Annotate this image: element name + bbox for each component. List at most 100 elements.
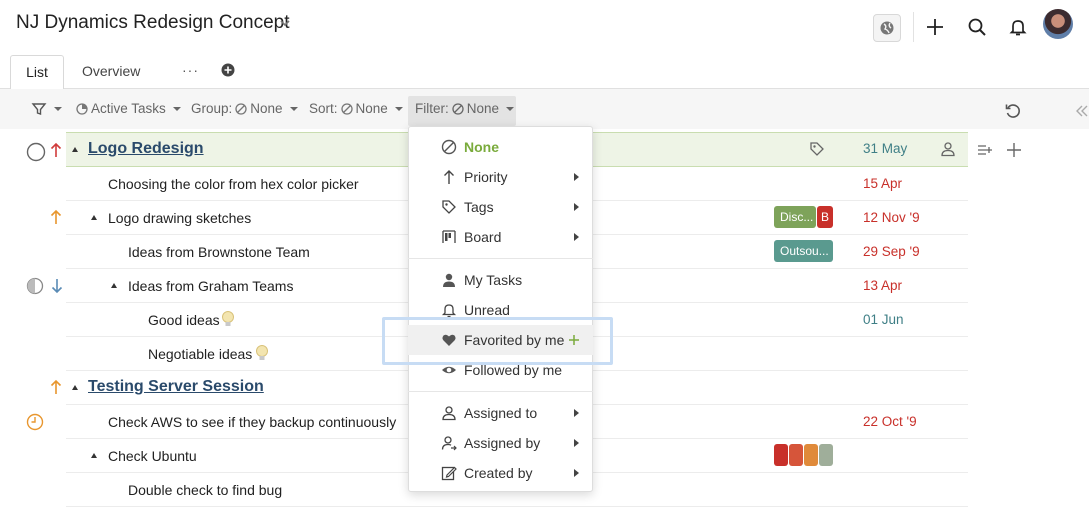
tag-swatch[interactable]	[819, 444, 833, 466]
collapse-triangle-icon[interactable]	[91, 453, 97, 458]
notifications-button[interactable]	[1004, 13, 1032, 41]
task-title[interactable]: Double check to find bug	[128, 482, 282, 498]
priority-down-icon	[51, 279, 63, 294]
none-icon	[452, 102, 464, 115]
search-icon	[968, 18, 986, 36]
menu-item-label: Tags	[464, 199, 494, 215]
collapse-triangle-icon[interactable]	[72, 147, 78, 152]
task-title[interactable]: Logo drawing sketches	[108, 210, 251, 226]
task-date: 12 Nov '9	[863, 210, 920, 225]
task-date: 22 Oct '9	[863, 414, 917, 429]
filter-label: Filter:	[415, 101, 449, 116]
group-title[interactable]: Testing Server Session	[88, 378, 264, 396]
none-icon	[235, 102, 247, 115]
menu-item-priority[interactable]: Priority	[408, 162, 593, 192]
task-title[interactable]: Ideas from Brownstone Team	[128, 244, 310, 260]
submenu-arrow-icon	[574, 409, 579, 417]
user-avatar[interactable]	[1043, 9, 1073, 39]
board-icon	[442, 230, 456, 243]
highlight-focus-box	[382, 317, 613, 365]
sort-value: None	[355, 101, 388, 116]
task-title[interactable]: Choosing the color from hex color picker	[108, 176, 359, 192]
collapse-triangle-icon[interactable]	[111, 283, 117, 288]
tag-swatch[interactable]	[774, 444, 788, 466]
funnel-icon	[31, 103, 47, 115]
task-date: 29 Sep '9	[863, 244, 920, 259]
submenu-arrow-icon	[574, 439, 579, 447]
assigned-to-icon	[442, 406, 456, 421]
none-icon	[441, 139, 457, 155]
menu-item-my-tasks[interactable]: My Tasks	[408, 265, 593, 295]
menu-item-none[interactable]: None	[408, 132, 593, 162]
tag-swatch[interactable]	[789, 444, 803, 466]
task-title[interactable]: Check AWS to see if they backup continuo…	[108, 414, 396, 430]
menu-divider	[408, 258, 593, 259]
add-subtask-icon[interactable]	[977, 142, 993, 158]
add-button[interactable]	[921, 13, 949, 41]
sort-label: Sort:	[309, 101, 338, 116]
half-progress-icon[interactable]	[26, 277, 44, 295]
menu-item-label: Assigned by	[464, 435, 541, 451]
quick-filter-button[interactable]	[31, 101, 62, 117]
tag-swatch[interactable]	[804, 444, 818, 466]
plus-icon	[927, 19, 943, 35]
menu-divider	[408, 391, 593, 392]
filter-menu-items: None Priority Tags Board My Tasks Unread…	[408, 126, 593, 492]
assignee-icon[interactable]	[940, 141, 956, 157]
task-title[interactable]: Ideas from Graham Teams	[128, 278, 293, 294]
menu-item-label: Created by	[464, 465, 533, 481]
active-tasks-dropdown[interactable]: Active Tasks	[76, 101, 181, 116]
add-tab-icon[interactable]	[221, 63, 235, 77]
menu-item-label: None	[464, 139, 499, 155]
menu-item-label: Board	[464, 229, 502, 245]
group-date: 31 May	[863, 141, 908, 156]
priority-up-icon	[50, 142, 62, 157]
collapse-triangle-icon[interactable]	[91, 215, 97, 220]
globe-button[interactable]	[873, 14, 901, 42]
tag-icon[interactable]	[809, 141, 825, 157]
none-icon	[340, 102, 353, 115]
lightbulb-icon	[222, 311, 234, 326]
refresh-icon[interactable]	[1004, 102, 1022, 120]
created-by-icon	[441, 466, 457, 481]
menu-item-board[interactable]: Board	[408, 222, 593, 252]
submenu-arrow-icon	[574, 469, 579, 477]
menu-item-label: Priority	[464, 169, 508, 185]
task-title[interactable]: Good ideas	[148, 312, 220, 328]
timer-icon[interactable]	[26, 413, 44, 431]
sort-dropdown[interactable]: Sort: None	[309, 101, 403, 116]
collapse-panel-icon[interactable]	[1075, 104, 1089, 118]
project-title[interactable]: NJ Dynamics Redesign Concept	[16, 12, 290, 34]
menu-item-tags[interactable]: Tags	[408, 192, 593, 222]
task-title[interactable]: Negotiable ideas	[148, 346, 252, 362]
filter-dropdown[interactable]: Filter: None	[415, 101, 515, 116]
group-value: None	[250, 101, 283, 116]
tag-badge[interactable]: B	[817, 206, 833, 228]
header-divider	[913, 12, 914, 42]
group-title[interactable]: Logo Redesign	[88, 140, 204, 158]
menu-item-label: My Tasks	[464, 272, 523, 288]
priority-up-icon	[50, 209, 62, 224]
task-title[interactable]: Check Ubuntu	[108, 448, 197, 464]
menu-item-created-by[interactable]: Created by	[408, 458, 593, 488]
arrow-up-icon	[444, 170, 454, 184]
menu-item-label: Unread	[464, 302, 510, 318]
group-dropdown[interactable]: Group: None	[191, 101, 298, 116]
submenu-arrow-icon	[574, 173, 579, 181]
tag-icon	[442, 200, 456, 214]
tag-badge[interactable]: Disc...	[774, 206, 816, 228]
tab-overview[interactable]: Overview	[82, 55, 140, 89]
menu-item-assigned-by[interactable]: Assigned by	[408, 428, 593, 458]
task-date: 13 Apr	[863, 278, 903, 293]
search-button[interactable]	[963, 13, 991, 41]
tab-list[interactable]: List	[10, 55, 64, 89]
filter-value: None	[466, 101, 500, 116]
submenu-arrow-icon	[574, 233, 579, 241]
menu-item-assigned-to[interactable]: Assigned to	[408, 398, 593, 428]
collapse-triangle-icon[interactable]	[72, 385, 78, 390]
tabs-more-button[interactable]: ···	[182, 55, 199, 85]
chevron-down-icon[interactable]	[278, 16, 292, 30]
add-task-icon[interactable]	[1006, 142, 1022, 158]
tag-badge[interactable]: Outsou...	[774, 240, 833, 262]
status-circle-icon[interactable]	[26, 142, 46, 162]
